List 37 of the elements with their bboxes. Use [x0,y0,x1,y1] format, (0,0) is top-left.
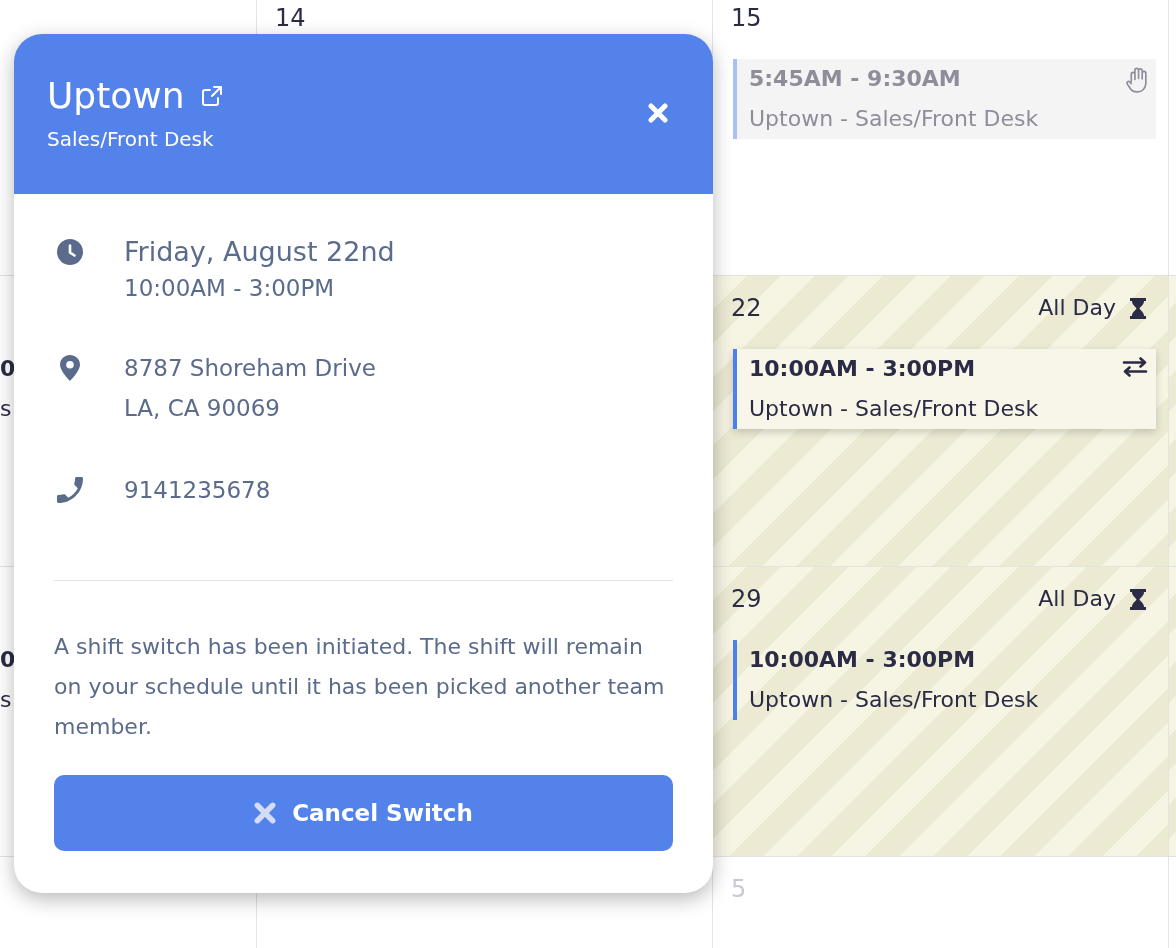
shift-time: 0 [0,646,16,674]
shift-hours: 10:00AM - 3:00PM [124,274,335,303]
day-number: 22 [731,293,762,324]
clock-icon [57,239,83,265]
day-number: 15 [731,3,762,34]
shift-card[interactable]: 10:00AM - 3:00PM Uptown - Sales/Front Desk [733,640,1156,720]
close-icon[interactable] [648,103,668,123]
hand-icon[interactable] [1126,67,1148,94]
swap-arrows-icon[interactable] [1122,357,1148,377]
shift-time: 10:00AM - 3:00PM [749,646,976,674]
shift-title: Uptown - Sales/Front Desk [749,105,1039,133]
phone-number: 9141235678 [124,476,271,505]
external-link-icon[interactable] [201,86,222,106]
all-day-label: All Day [1038,294,1116,322]
shift-date: Friday, August 22nd [124,235,395,269]
shift-title: Uptown - Sales/Front Desk [749,395,1039,423]
cancel-switch-button[interactable]: Cancel Switch [54,775,673,851]
close-icon [254,802,277,824]
notice-text: A shift switch has been initiated. The shift will remain on your schedule until it has been picked another team member. [54,633,666,741]
shift-title: Uptown - Sales/Front Desk [749,686,1039,714]
all-day-label: All Day [1038,585,1116,613]
position-subtitle: Sales/Front Desk [47,126,215,153]
shift-title: s [0,395,12,423]
shift-time: 0 [0,355,16,383]
address-line: LA, CA 90069 [124,394,280,423]
hourglass-icon [1130,588,1146,610]
location-title: Uptown [47,74,185,118]
shift-title: s [0,686,12,714]
phone-icon [57,477,83,503]
shift-time: 10:00AM - 3:00PM [749,355,976,383]
day-number: 29 [731,584,762,615]
shift-card[interactable]: 10:00AM - 3:00PM Uptown - Sales/Front Desk [733,349,1156,429]
day-number: 14 [275,3,306,34]
address-line: 8787 Shoreham Drive [124,354,376,383]
map-pin-icon [60,355,80,381]
shift-time: 5:45AM - 9:30AM [749,65,961,93]
hourglass-icon [1130,297,1146,319]
